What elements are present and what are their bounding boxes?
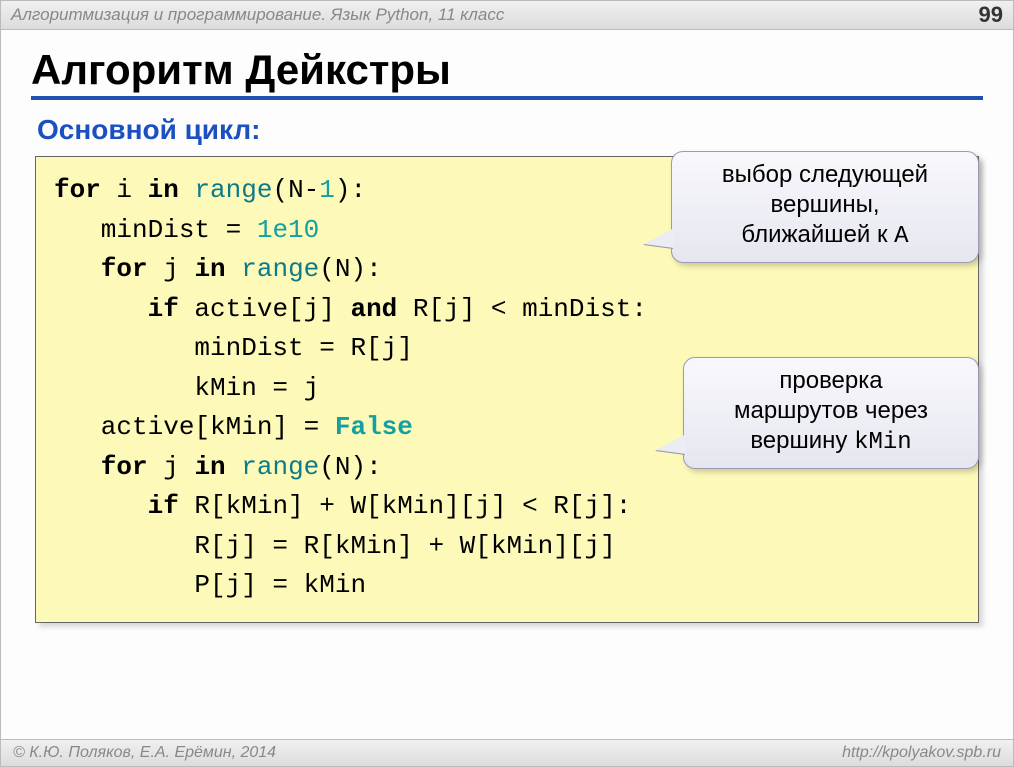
page-number: 99 [979, 2, 1003, 28]
callout-vertex-select: выбор следующей вершины, ближайшей к A [671, 151, 979, 263]
page-title: Алгоритм Дейкстры [31, 46, 983, 100]
callout-code: A [894, 223, 908, 250]
callout-route-check: проверка маршрутов через вершину kMin [683, 357, 979, 469]
callout-code: kMin [854, 429, 912, 456]
subtitle: Основной цикл: [37, 114, 983, 146]
copyright: © К.Ю. Поляков, Е.А. Ерёмин, 2014 [13, 744, 276, 762]
callout-line: маршрутов через [734, 397, 928, 424]
callout-line: ближайшей к [741, 221, 894, 248]
callout-tail-icon [644, 228, 674, 248]
source-url: http://kpolyakov.spb.ru [842, 744, 1001, 762]
callout-line: проверка [779, 367, 882, 394]
content-area: Алгоритм Дейкстры Основной цикл: for i i… [1, 30, 1013, 623]
callout-line: вершины, [770, 191, 879, 218]
slide: Алгоритмизация и программирование. Язык … [0, 0, 1014, 767]
callout-tail-icon [656, 434, 686, 454]
footer-bar: © К.Ю. Поляков, Е.А. Ерёмин, 2014 http:/… [1, 739, 1013, 766]
callout-line: выбор следующей [722, 161, 928, 188]
course-title: Алгоритмизация и программирование. Язык … [11, 5, 504, 25]
header-bar: Алгоритмизация и программирование. Язык … [1, 1, 1013, 30]
callout-line: вершину [750, 427, 854, 454]
